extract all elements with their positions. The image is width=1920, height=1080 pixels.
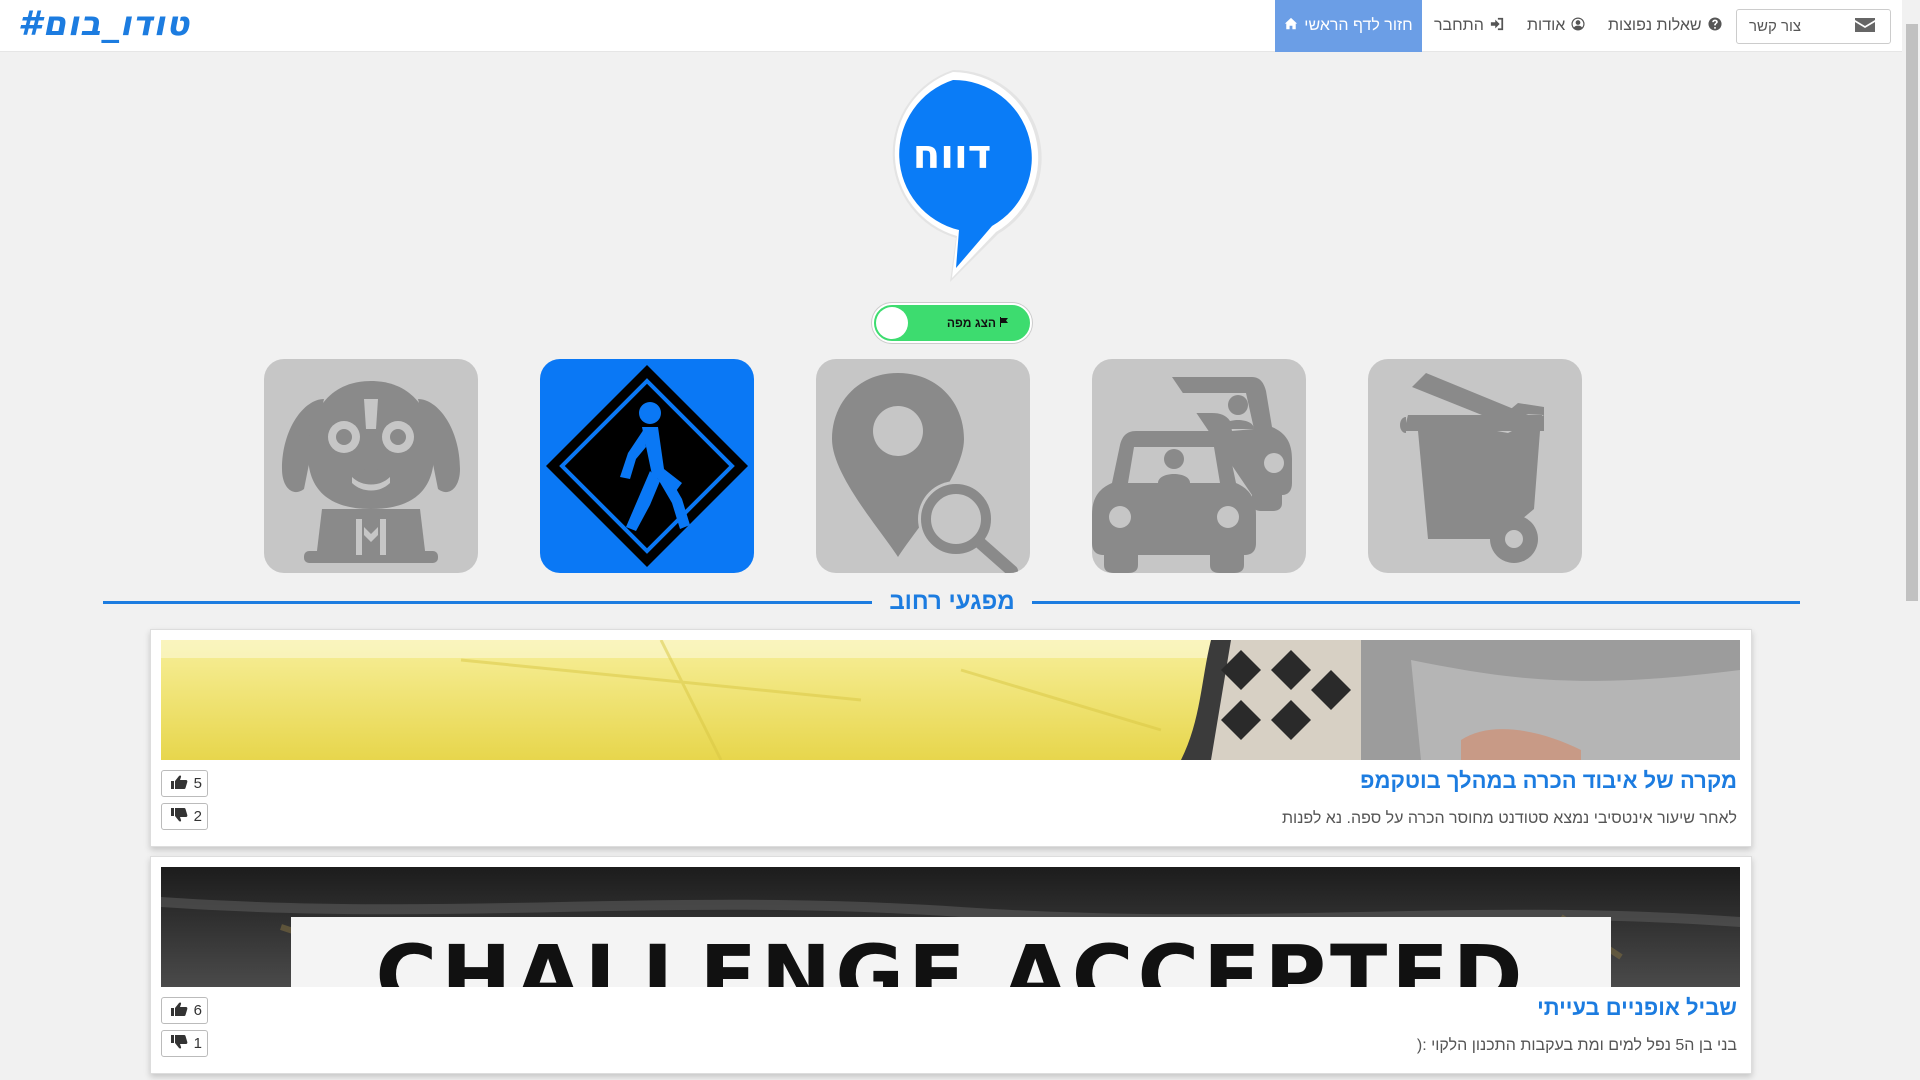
envelope-icon — [1854, 16, 1876, 38]
speech-bubble-icon — [892, 69, 1042, 283]
location-search-icon — [832, 373, 1018, 573]
top-navbar: #טודו_בום חזור לדף הראשי התחבר אודות שאל… — [0, 0, 1902, 52]
category-location[interactable] — [816, 359, 1030, 573]
scrollbar-thumb[interactable] — [1906, 24, 1918, 601]
like-button[interactable]: 6 — [161, 997, 208, 1024]
flag-icon — [999, 316, 1008, 330]
contact-label: צור קשר — [1749, 18, 1802, 35]
report-image[interactable] — [161, 640, 1740, 760]
section-title: מפגעי רחוב — [872, 586, 1032, 618]
report-title[interactable]: שביל אופניים בעייתי — [1537, 995, 1737, 1021]
dislike-button[interactable]: 1 — [161, 1030, 208, 1057]
like-button[interactable]: 5 — [161, 770, 208, 797]
nav-home-link[interactable]: חזור לדף הראשי — [1275, 0, 1422, 52]
like-count: 5 — [193, 775, 202, 792]
nav-faq-link[interactable]: שאלות נפוצות — [1608, 0, 1722, 52]
image-caption: CHALLENGE ACCEPTED — [376, 927, 1527, 987]
report-image[interactable]: CHALLENGE ACCEPTED — [161, 867, 1740, 987]
thumbs-up-icon — [170, 774, 188, 794]
thumbs-up-icon — [170, 1001, 188, 1021]
pedestrian-sign-icon — [546, 365, 748, 567]
toggle-knob — [876, 307, 908, 339]
thumbs-down-icon — [170, 1034, 188, 1054]
category-trash[interactable] — [1368, 359, 1582, 573]
bubble-label: דווח — [912, 132, 992, 178]
dislike-count: 2 — [193, 808, 202, 825]
report-card[interactable]: CHALLENGE ACCEPTED שביל אופניים בעייתי ב… — [150, 856, 1752, 1074]
thumbs-down-icon — [170, 807, 188, 827]
nav-login-link[interactable]: התחבר — [1434, 0, 1504, 52]
category-dog[interactable] — [264, 359, 478, 573]
sign-in-icon — [1490, 17, 1504, 36]
report-description: לאחר שיעור אינטסיבי נמצא סטודנט מחוסר הכ… — [1281, 810, 1737, 827]
dislike-count: 1 — [193, 1035, 202, 1052]
nav-home-label: חזור לדף הראשי — [1304, 17, 1413, 34]
nav-about-link[interactable]: אודות — [1527, 0, 1585, 52]
contact-button[interactable]: צור קשר — [1736, 9, 1891, 44]
report-bubble-button[interactable]: דווח — [858, 68, 1048, 288]
report-title[interactable]: מקרה של איבוד הכרה במהלך בוטקמפ — [1360, 768, 1737, 794]
dislike-button[interactable]: 2 — [161, 803, 208, 830]
show-map-toggle[interactable]: הצג מפה — [872, 303, 1032, 343]
question-circle-icon — [1708, 16, 1722, 36]
dog-icon — [282, 381, 460, 563]
toggle-label: הצג מפה — [946, 316, 996, 330]
trash-bin-icon — [1400, 373, 1544, 563]
like-count: 6 — [193, 1002, 202, 1019]
site-logo[interactable]: #טודו_בום — [18, 4, 190, 44]
nav-faq-label: שאלות נפוצות — [1608, 17, 1702, 34]
report-description: בני בן ה5 נפל למים ומת בעקבות התכנון הלק… — [1416, 1037, 1737, 1054]
cars-icon — [1092, 377, 1292, 573]
home-icon — [1284, 17, 1298, 36]
nav-login-label: התחבר — [1434, 17, 1484, 34]
user-circle-icon — [1571, 16, 1585, 36]
category-pedestrian[interactable] — [540, 359, 754, 573]
category-traffic[interactable] — [1092, 359, 1306, 573]
nav-about-label: אודות — [1527, 17, 1566, 34]
toggle-label-wrap: הצג מפה — [947, 316, 1008, 330]
report-card[interactable]: מקרה של איבוד הכרה במהלך בוטקמפ לאחר שיע… — [150, 629, 1752, 847]
